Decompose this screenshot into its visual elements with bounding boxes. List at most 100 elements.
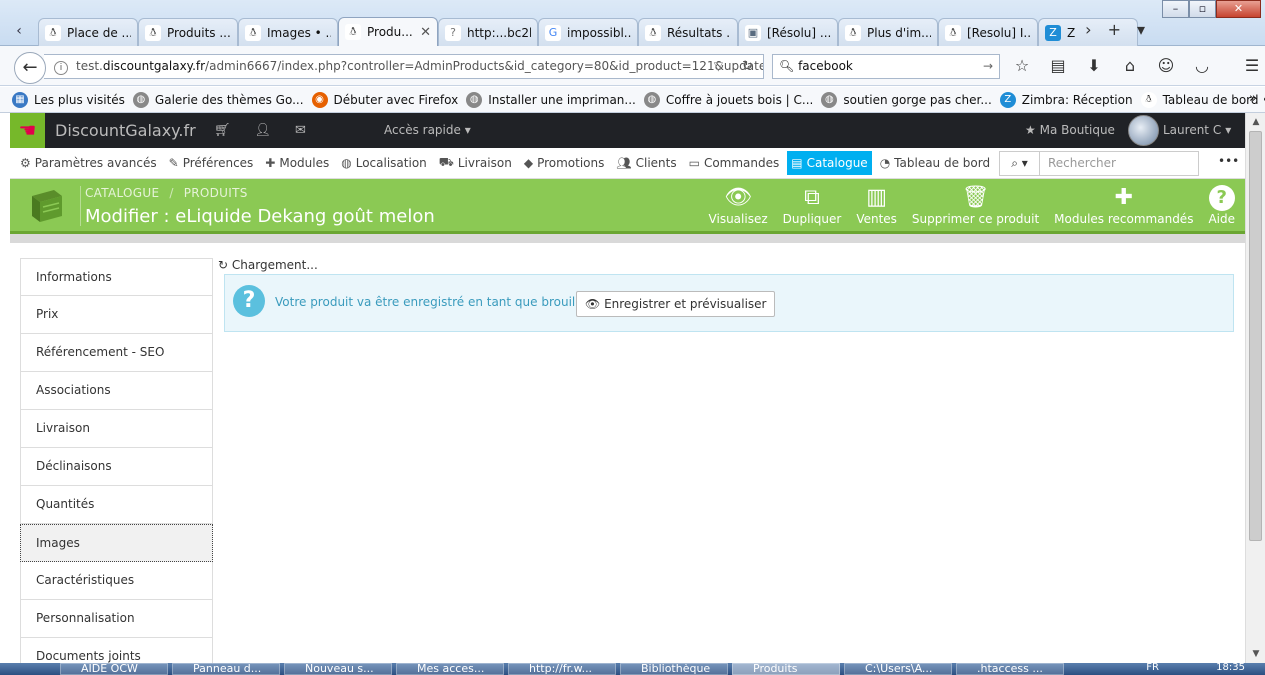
clock[interactable]: 18:35 (1216, 663, 1245, 673)
browser-tab[interactable]: ? http:...bc2b (438, 18, 538, 46)
taskbar-item[interactable]: Bibliothèque (620, 663, 728, 675)
user-icon[interactable]: 👤︎ (255, 113, 272, 148)
browser-tab[interactable]: ▣ [Résolu] ... (738, 18, 838, 46)
sidebar-item[interactable]: Déclinaisons (20, 448, 213, 486)
start-button[interactable] (0, 663, 60, 675)
home-icon[interactable]: ⌂ (1120, 56, 1140, 75)
admin-search-input[interactable]: Rechercher (1040, 152, 1198, 175)
site-info-icon[interactable]: i (54, 61, 68, 75)
menu-item[interactable]: ◔ Tableau de bord (876, 151, 994, 175)
bookmark-item[interactable]: ◍ Coffre à jouets bois | C... (643, 91, 813, 108)
language-indicator[interactable]: FR (1146, 663, 1159, 673)
menu-item[interactable]: ▤ Catalogue (787, 151, 872, 175)
browser-tab[interactable]: 🐧︎ [Resolu] I... (938, 18, 1038, 46)
sidebar-item[interactable]: Caractéristiques (20, 562, 213, 600)
hello-smiley-icon[interactable]: ☺ (1156, 56, 1176, 75)
cart-icon[interactable]: 🛒︎ (214, 113, 231, 148)
quick-access-dropdown[interactable]: Accès rapide ▾ (384, 113, 471, 148)
search-go-arrow-icon[interactable]: → (983, 55, 993, 78)
save-and-preview-button[interactable]: 👁︎ Enregistrer et prévisualiser (576, 291, 776, 317)
pocket-icon[interactable]: ◡ (1192, 56, 1212, 75)
bookmark-item[interactable]: ◍ Galerie des thèmes Go... (132, 91, 304, 108)
url-dropdown-chevron-icon[interactable]: ▽ (714, 55, 723, 78)
url-bar[interactable]: i test.discountgalaxy.fr/admin6667/index.… (44, 54, 764, 79)
envelope-icon[interactable]: ✉ (295, 113, 306, 148)
sidebar-item[interactable]: Images (20, 524, 213, 562)
toolbar-action[interactable]: ▥ Ventes (856, 184, 897, 226)
toolbar-action[interactable]: 🗑︎ Supprimer ce produit (912, 184, 1039, 226)
browser-tab[interactable]: 🐧︎ Produ... ✕ (338, 17, 438, 46)
tab-scroll-left-icon[interactable]: ‹ (0, 17, 38, 46)
menu-item-label: Tableau de bord (894, 156, 991, 170)
sidebar-item[interactable]: Documents joints (20, 638, 213, 663)
breadcrumb-catalog[interactable]: CATALOGUE (85, 186, 159, 200)
bookmarks-overflow-icon[interactable]: » (1249, 91, 1257, 106)
sidebar-item[interactable]: Livraison (20, 410, 213, 448)
bookmark-item[interactable]: ◉ Débuter avec Firefox (311, 91, 458, 108)
bookmark-item[interactable]: ◍ soutien gorge pas cher... (821, 91, 992, 108)
toolbar-action[interactable]: 👁︎ Visualisez (709, 184, 768, 226)
browser-tab[interactable]: 🐧︎ Images • ... (238, 18, 338, 46)
browser-tab[interactable]: Gimpossibl... (538, 18, 638, 46)
menu-item[interactable]: 👥︎ Clients (612, 151, 680, 175)
taskbar-item[interactable]: Panneau d... (172, 663, 280, 675)
sidebar-item[interactable]: Associations (20, 372, 213, 410)
sidebar-item[interactable]: Quantités (20, 486, 213, 524)
sidebar-item[interactable]: Informations (20, 258, 213, 296)
page-scrollbar[interactable]: ▲ ▼ (1245, 113, 1265, 663)
menu-hamburger-icon[interactable]: ☰ (1242, 56, 1262, 75)
menu-item[interactable]: ✎ Préférences (165, 151, 258, 175)
taskbar-item[interactable]: Mes acces... (396, 663, 504, 675)
bookmark-item[interactable]: Z Zimbra: Réception (999, 91, 1133, 108)
tab-list-chevron-down-icon[interactable]: ▾ (1137, 20, 1145, 39)
menu-item[interactable]: ◍ Localisation (337, 151, 431, 175)
employee-dropdown[interactable]: Laurent C ▾ (1128, 115, 1231, 146)
browser-tab[interactable]: 🐧︎ Produits ... (138, 18, 238, 46)
download-icon[interactable]: ⬇ (1084, 56, 1104, 75)
menu-item[interactable]: ◆ Promotions (520, 151, 609, 175)
browser-tab[interactable]: 🐧︎ Plus d'im... (838, 18, 938, 46)
tab-scroll-right-icon[interactable]: › (1085, 20, 1091, 39)
bookmark-item[interactable]: 🐧︎Tableau de bord • Disc... (1140, 91, 1265, 108)
scroll-up-arrow-icon[interactable]: ▲ (1249, 117, 1263, 127)
scroll-down-arrow-icon[interactable]: ▼ (1249, 649, 1263, 659)
reload-icon[interactable]: ↻ (742, 55, 753, 78)
bookmark-star-icon[interactable]: ☆ (1012, 56, 1032, 75)
breadcrumb-products[interactable]: PRODUITS (184, 186, 248, 200)
taskbar-item[interactable]: Produits (732, 663, 840, 675)
menu-item[interactable]: ▭ Commandes (685, 151, 784, 175)
sidebar-item[interactable]: Personnalisation (20, 600, 213, 638)
menu-item[interactable]: ✚ Modules (261, 151, 333, 175)
toolbar-action[interactable]: ✚ Modules recommandés (1054, 184, 1193, 226)
taskbar-item[interactable]: AIDE OCW (60, 663, 168, 675)
menu-item[interactable]: ⛟ Livraison (435, 151, 516, 175)
taskbar-item[interactable]: .htaccess ... (956, 663, 1064, 675)
browser-search-input[interactable]: 🔍︎ facebook → (772, 54, 1000, 79)
new-tab-icon[interactable]: + (1108, 20, 1121, 39)
minimize-button[interactable]: – (1162, 0, 1189, 18)
maximize-button[interactable]: ▫ (1189, 0, 1216, 18)
menu-more-icon[interactable]: ••• (1218, 154, 1239, 168)
toolbar-action[interactable]: ⧉ Dupliquer (783, 184, 842, 226)
back-button[interactable]: ← (14, 52, 46, 84)
search-type-button[interactable]: ⌕ ▾ (1000, 152, 1040, 175)
toolbar-action[interactable]: ? Aide (1208, 184, 1235, 226)
menu-item[interactable]: ⚙ Paramètres avancés (16, 151, 161, 175)
taskbar-item[interactable]: Nouveau s... (284, 663, 392, 675)
sidebar-item[interactable]: Prix (20, 296, 213, 334)
sidebar-item[interactable]: Référencement - SEO (20, 334, 213, 372)
reading-list-icon[interactable]: ▤ (1048, 56, 1068, 75)
close-tab-icon[interactable]: ✕ (420, 25, 431, 40)
bookmark-item[interactable]: ▦ Les plus visités (12, 91, 125, 108)
breadcrumb: CATALOGUE / PRODUITS (85, 186, 248, 200)
taskbar-item[interactable]: http://fr.w... (508, 663, 616, 675)
my-shop-link[interactable]: ★ Ma Boutique (1025, 113, 1115, 148)
taskbar-item[interactable]: C:\Users\A... (844, 663, 952, 675)
bookmark-item[interactable]: ◍ Installer une impriman... (466, 91, 636, 108)
shop-brand[interactable]: DiscountGalaxy.fr (55, 113, 196, 148)
browser-tab[interactable]: 🐧︎ Place de ... (38, 18, 138, 46)
close-window-button[interactable]: ✕ (1216, 0, 1261, 18)
browser-tab[interactable]: 🐧︎ Résultats ... (638, 18, 738, 46)
scroll-thumb[interactable] (1249, 131, 1262, 541)
prestashop-logo-icon[interactable]: ☚ (10, 113, 45, 148)
